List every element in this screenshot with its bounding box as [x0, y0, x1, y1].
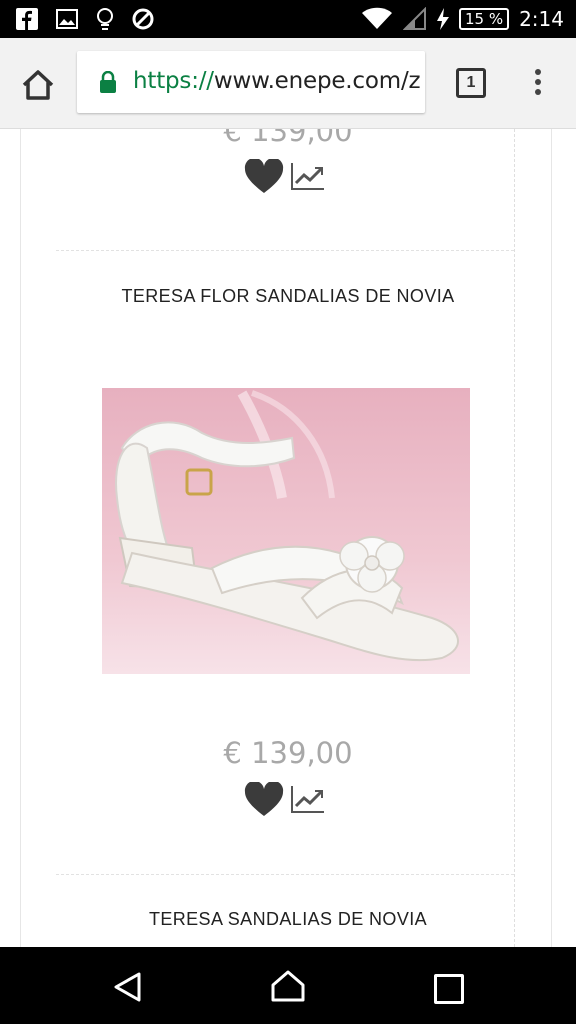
column-divider	[514, 129, 515, 947]
tab-switcher-button[interactable]: 1	[456, 68, 486, 98]
cell-signal-icon	[402, 7, 426, 30]
product-title[interactable]: TERESA FLOR SANDALIAS DE NOVIA	[0, 286, 576, 307]
product-title[interactable]: TERESA SANDALIAS DE NOVIA	[0, 909, 576, 930]
system-nav-bar	[0, 947, 576, 1024]
overflow-menu-icon[interactable]	[526, 66, 550, 100]
url-scheme: https://	[133, 68, 214, 94]
recent-apps-icon[interactable]	[434, 974, 464, 1004]
product-separator	[56, 874, 514, 875]
product-price: € 139,00	[223, 129, 353, 148]
product-actions	[244, 159, 326, 195]
clock: 2:14	[519, 7, 564, 31]
charging-icon	[436, 8, 449, 30]
browser-toolbar: https://www.enepe.com/z 1	[0, 38, 576, 129]
product-image-sandal[interactable]	[102, 388, 470, 674]
facebook-icon	[16, 8, 38, 30]
lightbulb-icon	[97, 8, 113, 30]
wishlist-heart-icon[interactable]	[244, 782, 284, 818]
wishlist-heart-icon[interactable]	[244, 159, 284, 195]
compare-chart-icon[interactable]	[290, 161, 326, 191]
status-bar: 15 % 2:14	[0, 0, 576, 38]
product-actions	[244, 782, 326, 818]
product-separator	[56, 250, 514, 251]
image-notification-icon	[56, 9, 78, 29]
home-icon[interactable]	[270, 969, 306, 1003]
url-text: https://www.enepe.com/z	[133, 68, 421, 94]
data-saver-icon	[132, 8, 154, 30]
lock-icon	[100, 71, 116, 93]
url-bar[interactable]: https://www.enepe.com/z	[77, 51, 425, 113]
product-list: € 139,00 TERESA FLOR SANDALIAS DE NOVIA	[0, 129, 576, 947]
battery-level: 15 %	[458, 8, 510, 30]
back-icon[interactable]	[112, 971, 144, 1003]
url-host: www.enepe.com/z	[213, 68, 421, 94]
compare-chart-icon[interactable]	[290, 784, 326, 814]
wifi-icon	[361, 7, 392, 29]
home-icon[interactable]	[18, 65, 58, 105]
sandal-illustration	[102, 388, 470, 674]
product-price: € 139,00	[223, 736, 353, 770]
